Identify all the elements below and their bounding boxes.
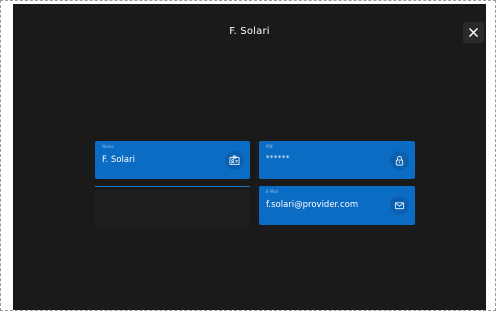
close-icon [469,28,478,37]
email-field[interactable]: E-Mail f.solari@provider.com [259,186,415,225]
name-value: F. Solari [102,155,135,165]
name-field[interactable]: Name F. Solari [95,141,250,179]
close-button[interactable] [463,22,484,43]
pin-icon-button[interactable] [390,151,409,170]
screen-frame: F. Solari Name F. Solari PIN ****** E-Ma… [0,0,496,311]
pin-value: ****** [266,154,290,162]
email-value: f.solari@provider.com [266,200,359,210]
mail-icon [394,202,405,210]
lock-icon [395,156,404,166]
empty-field-slot [95,190,250,228]
name-icon-button[interactable] [225,151,244,170]
email-caption: E-Mail [266,189,279,194]
field-underline [95,186,250,187]
profile-dialog: F. Solari Name F. Solari PIN ****** E-Ma… [13,4,486,310]
email-icon-button[interactable] [390,196,409,215]
pin-caption: PIN [266,144,273,149]
name-caption: Name [102,144,114,149]
dialog-title: F. Solari [229,26,270,37]
pin-field[interactable]: PIN ****** [259,141,415,179]
id-card-icon [229,155,240,166]
